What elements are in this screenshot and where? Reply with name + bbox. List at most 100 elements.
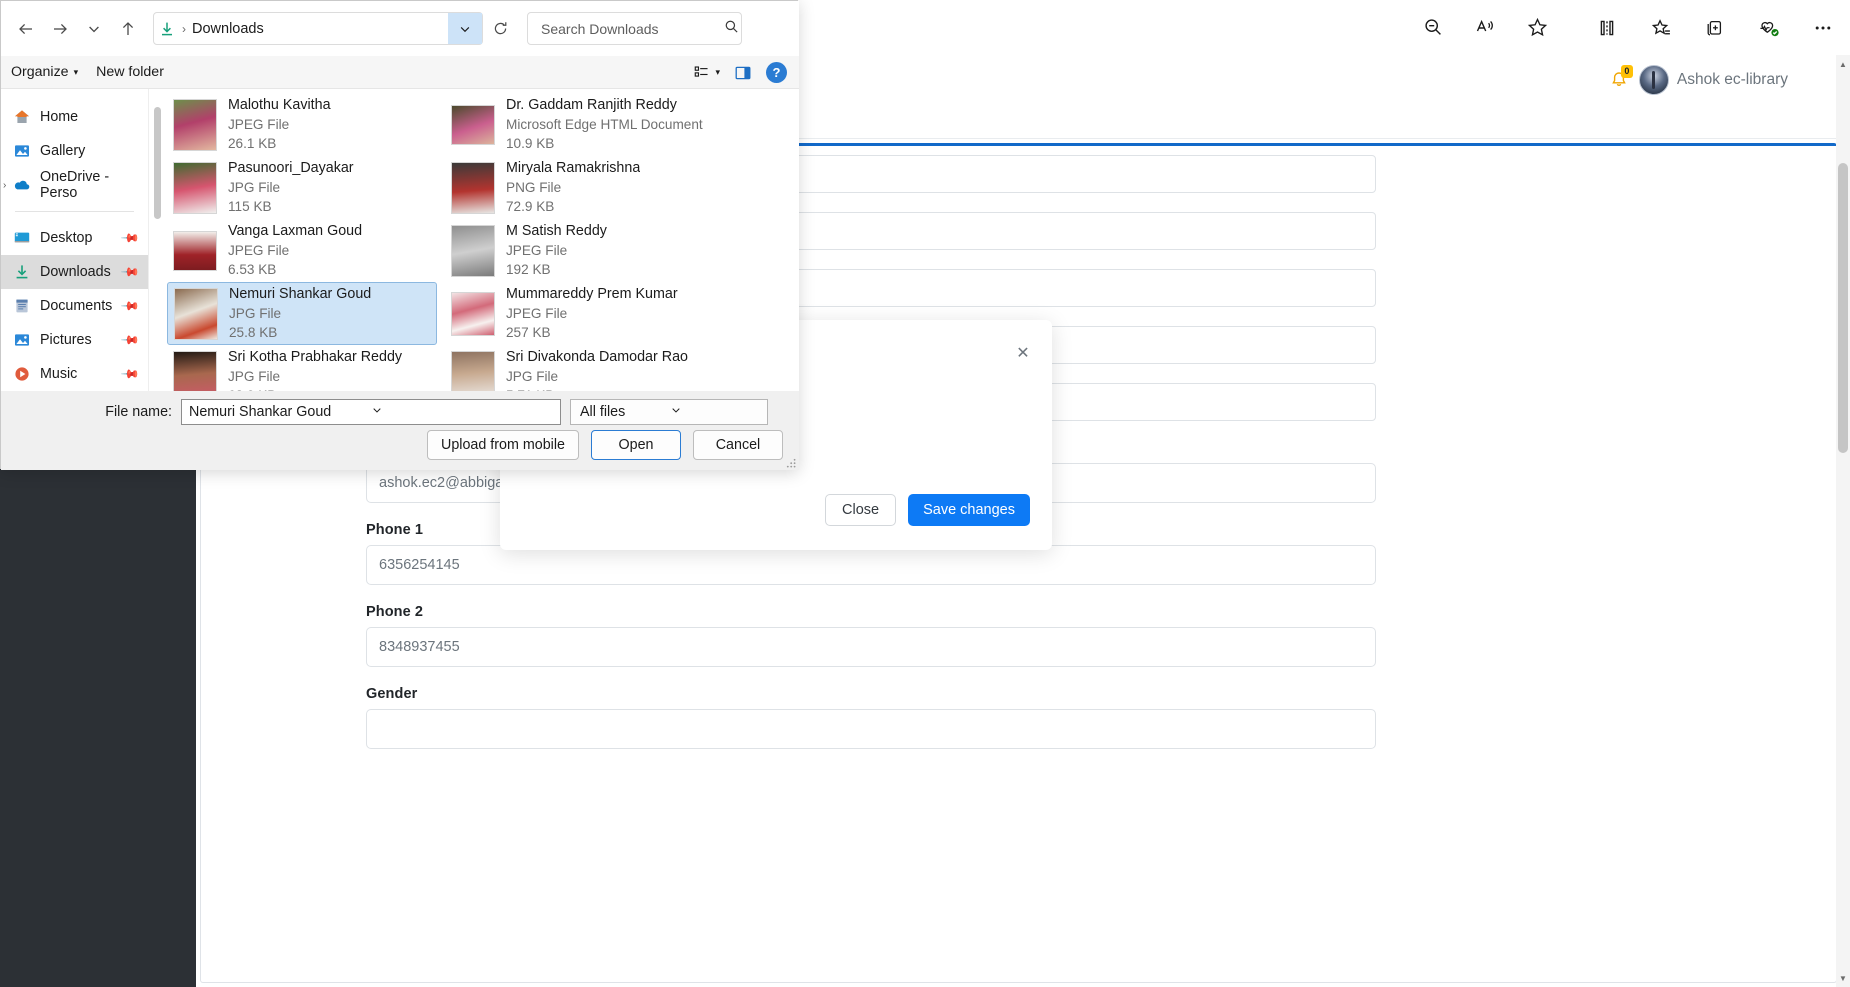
sidebar-item-label: Home xyxy=(40,109,79,125)
breadcrumb-path[interactable]: Downloads xyxy=(192,21,448,37)
back-arrow-icon[interactable] xyxy=(9,12,43,46)
file-name-input[interactable]: Nemuri Shankar Goud xyxy=(181,399,561,425)
split-screen-icon[interactable] xyxy=(1594,15,1620,41)
user-name-label: Ashok ec-library xyxy=(1676,71,1788,88)
list-item[interactable]: Pasunoori_Dayakar JPG File 115 KB xyxy=(167,156,437,219)
file-size: 192 KB xyxy=(506,262,551,277)
cancel-button[interactable]: Cancel xyxy=(693,430,783,460)
file-thumbnail xyxy=(173,98,217,151)
file-type-value: All files xyxy=(580,404,626,420)
resize-grip-icon[interactable] xyxy=(785,456,797,468)
view-options-button[interactable]: ▾ xyxy=(693,64,720,81)
list-item[interactable]: Vanga Laxman Goud JPEG File 6.53 KB xyxy=(167,219,437,282)
upload-from-mobile-button[interactable]: Upload from mobile xyxy=(427,430,579,460)
chevron-right-icon[interactable]: › xyxy=(3,180,6,191)
file-size: 26.1 KB xyxy=(228,136,277,151)
file-dialog-body: Home Gallery › OneDrive - Perso Desktop … xyxy=(1,89,799,391)
sidebar-item-label: Pictures xyxy=(40,332,92,348)
list-item[interactable]: Nemuri Shankar Goud JPG File 25.8 KB xyxy=(167,282,437,345)
user-account-chip[interactable]: 0 Ashok ec-library xyxy=(1609,65,1788,95)
file-name: Nemuri Shankar Goud xyxy=(229,286,372,302)
file-type: JPG File xyxy=(506,369,559,384)
list-item[interactable]: Sri Divakonda Damodar Rao JPG File 5.71 … xyxy=(445,345,715,391)
file-name: Miryala Ramakrishna xyxy=(506,160,641,176)
new-folder-button[interactable]: New folder xyxy=(96,64,164,80)
chevron-down-icon[interactable] xyxy=(670,404,764,420)
scroll-up-arrow-icon[interactable]: ▲ xyxy=(1836,55,1850,73)
sidebar-item-gallery[interactable]: Gallery xyxy=(1,134,148,168)
favorites-list-icon[interactable] xyxy=(1648,15,1674,41)
search-icon[interactable] xyxy=(724,19,739,39)
search-input[interactable] xyxy=(539,19,724,38)
sidebar-item-pictures[interactable]: Pictures 📌 xyxy=(1,323,148,357)
file-name: Malothu Kavitha xyxy=(228,97,331,113)
sidebar-item-downloads[interactable]: Downloads 📌 xyxy=(1,255,148,289)
file-name: Sri Divakonda Damodar Rao xyxy=(506,349,688,365)
sidebar-item-documents[interactable]: Documents 📌 xyxy=(1,289,148,323)
file-type: JPG File xyxy=(228,369,281,384)
file-name-label: File name: xyxy=(105,404,172,420)
phone-2-input[interactable]: 8348937455 xyxy=(366,627,1376,667)
open-button[interactable]: Open xyxy=(591,430,681,460)
list-item[interactable]: Dr. Gaddam Ranjith Reddy Microsoft Edge … xyxy=(445,93,715,156)
settings-more-icon[interactable] xyxy=(1810,15,1836,41)
zoom-out-icon[interactable] xyxy=(1420,14,1446,40)
help-icon[interactable]: ? xyxy=(766,62,787,83)
pin-icon[interactable]: 📌 xyxy=(120,330,140,350)
breadcrumb-separator: › xyxy=(182,21,186,36)
sidebar-item-label: Music xyxy=(40,366,78,382)
sidebar-item-music[interactable]: Music 📌 xyxy=(1,357,148,391)
page-scrollbar-thumb[interactable] xyxy=(1838,163,1848,453)
sidebar-item-desktop[interactable]: Desktop 📌 xyxy=(1,221,148,255)
recent-locations-chevron-icon[interactable] xyxy=(77,12,111,46)
file-list-scrollbar[interactable] xyxy=(151,89,163,391)
file-dialog-command-bar: Organize ▾ New folder ▾ ? xyxy=(1,56,799,89)
file-grid: Malothu Kavitha JPEG File 26.1 KB Dr. Ga… xyxy=(167,93,789,391)
modal-close-icon[interactable]: ✕ xyxy=(1012,342,1034,364)
search-downloads-box[interactable] xyxy=(527,12,742,45)
list-item[interactable]: M Satish Reddy JPEG File 192 KB xyxy=(445,219,715,282)
file-list-pane[interactable]: Malothu Kavitha JPEG File 26.1 KB Dr. Ga… xyxy=(149,89,799,391)
refresh-icon[interactable] xyxy=(483,12,517,45)
list-item[interactable]: Mummareddy Prem Kumar JPEG File 257 KB xyxy=(445,282,715,345)
file-size: 6.53 KB xyxy=(228,262,277,277)
list-item[interactable]: Malothu Kavitha JPEG File 26.1 KB xyxy=(167,93,437,156)
browser-essentials-icon[interactable] xyxy=(1756,15,1782,41)
music-icon xyxy=(13,365,31,383)
file-size: 257 KB xyxy=(506,325,551,340)
pin-icon[interactable]: 📌 xyxy=(120,364,140,384)
pin-icon[interactable]: 📌 xyxy=(120,262,140,282)
file-type: JPG File xyxy=(229,306,282,321)
sidebar-item-onedrive[interactable]: › OneDrive - Perso xyxy=(1,168,148,202)
address-dropdown-chevron-icon[interactable] xyxy=(448,13,482,44)
forward-arrow-icon[interactable] xyxy=(43,12,77,46)
pin-icon[interactable]: 📌 xyxy=(120,296,140,316)
address-bar[interactable]: › Downloads xyxy=(153,12,483,45)
phone-1-input[interactable]: 6356254145 xyxy=(366,545,1376,585)
modal-close-button[interactable]: Close xyxy=(825,494,897,526)
organize-menu[interactable]: Organize ▾ xyxy=(11,64,78,80)
sidebar-item-home[interactable]: Home xyxy=(1,100,148,134)
file-list-scrollbar-thumb[interactable] xyxy=(154,107,161,219)
up-arrow-icon[interactable] xyxy=(111,12,145,46)
scroll-down-arrow-icon[interactable]: ▼ xyxy=(1836,969,1850,987)
gender-input[interactable] xyxy=(366,709,1376,749)
file-type-select[interactable]: All files xyxy=(570,399,768,425)
modal-save-changes-button[interactable]: Save changes xyxy=(908,494,1030,526)
chevron-down-icon[interactable] xyxy=(371,404,557,420)
page-scrollbar[interactable]: ▲ ▼ xyxy=(1836,55,1850,987)
file-name: Dr. Gaddam Ranjith Reddy xyxy=(506,97,677,113)
sidebar-item-label: OneDrive - Perso xyxy=(40,169,110,201)
file-name: Sri Kotha Prabhakar Reddy xyxy=(228,349,403,365)
file-name-row: File name: Nemuri Shankar Goud All files xyxy=(1,398,799,426)
notifications-bell-icon[interactable]: 0 xyxy=(1609,65,1633,91)
file-thumbnail xyxy=(173,350,217,391)
list-item[interactable]: Sri Kotha Prabhakar Reddy JPG File 62.9 … xyxy=(167,345,437,391)
list-item[interactable]: Miryala Ramakrishna PNG File 72.9 KB xyxy=(445,156,715,219)
favorite-star-icon[interactable] xyxy=(1524,14,1550,40)
collections-icon[interactable] xyxy=(1702,15,1728,41)
sidebar-item-label: Documents xyxy=(40,298,113,314)
preview-pane-button[interactable] xyxy=(734,64,752,82)
read-aloud-icon[interactable] xyxy=(1472,14,1498,40)
pin-icon[interactable]: 📌 xyxy=(120,228,140,248)
